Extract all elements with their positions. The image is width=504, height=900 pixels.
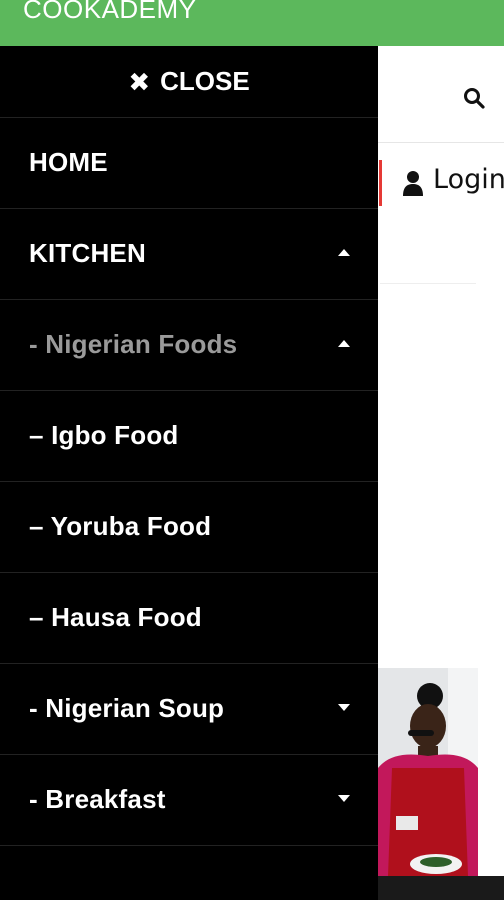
accent-divider <box>379 160 382 206</box>
navigation-drawer: ✖ CLOSE HOME KITCHEN - Nigerian Foods – … <box>0 46 378 900</box>
close-label: CLOSE <box>160 66 250 96</box>
close-icon: ✖ <box>128 66 151 97</box>
caret-down-icon[interactable] <box>338 795 350 802</box>
menu-item-label: - Nigerian Soup <box>29 693 225 723</box>
login-link[interactable]: Login <box>433 164 504 195</box>
search-icon[interactable] <box>462 86 486 110</box>
chef-illustration <box>378 668 478 876</box>
menu-item-label: - Breakfast <box>29 784 166 814</box>
content-divider <box>380 283 476 284</box>
menu-item-label: HOME <box>29 147 108 177</box>
menu-item-label: – Yoruba Food <box>29 511 212 541</box>
brand-title: COOKADEMY <box>23 0 197 24</box>
caret-down-icon[interactable] <box>338 704 350 711</box>
menu-item-label: - Nigerian Foods <box>29 329 238 359</box>
top-app-bar: COOKADEMY <box>0 0 504 46</box>
menu-item-nigerian-soup[interactable]: - Nigerian Soup <box>0 664 378 755</box>
caret-up-icon[interactable] <box>338 249 350 256</box>
menu-item-hausa-food[interactable]: – Hausa Food <box>0 573 378 664</box>
menu-item-label: – Igbo Food <box>29 420 179 450</box>
menu-item-home[interactable]: HOME <box>0 118 378 209</box>
caret-up-icon[interactable] <box>338 340 350 347</box>
bottom-strip <box>378 876 504 900</box>
menu-item-igbo-food[interactable]: – Igbo Food <box>0 391 378 482</box>
chef-photo <box>378 668 478 876</box>
menu-item-yoruba-food[interactable]: – Yoruba Food <box>0 482 378 573</box>
user-icon <box>403 171 423 196</box>
menu-item-nigerian-foods[interactable]: - Nigerian Foods <box>0 300 378 391</box>
menu-item-kitchen[interactable]: KITCHEN <box>0 209 378 300</box>
menu-item-label: KITCHEN <box>29 238 146 268</box>
menu-item-label: – Hausa Food <box>29 602 202 632</box>
menu-item-breakfast[interactable]: - Breakfast <box>0 755 378 846</box>
close-button[interactable]: ✖ CLOSE <box>0 46 378 118</box>
